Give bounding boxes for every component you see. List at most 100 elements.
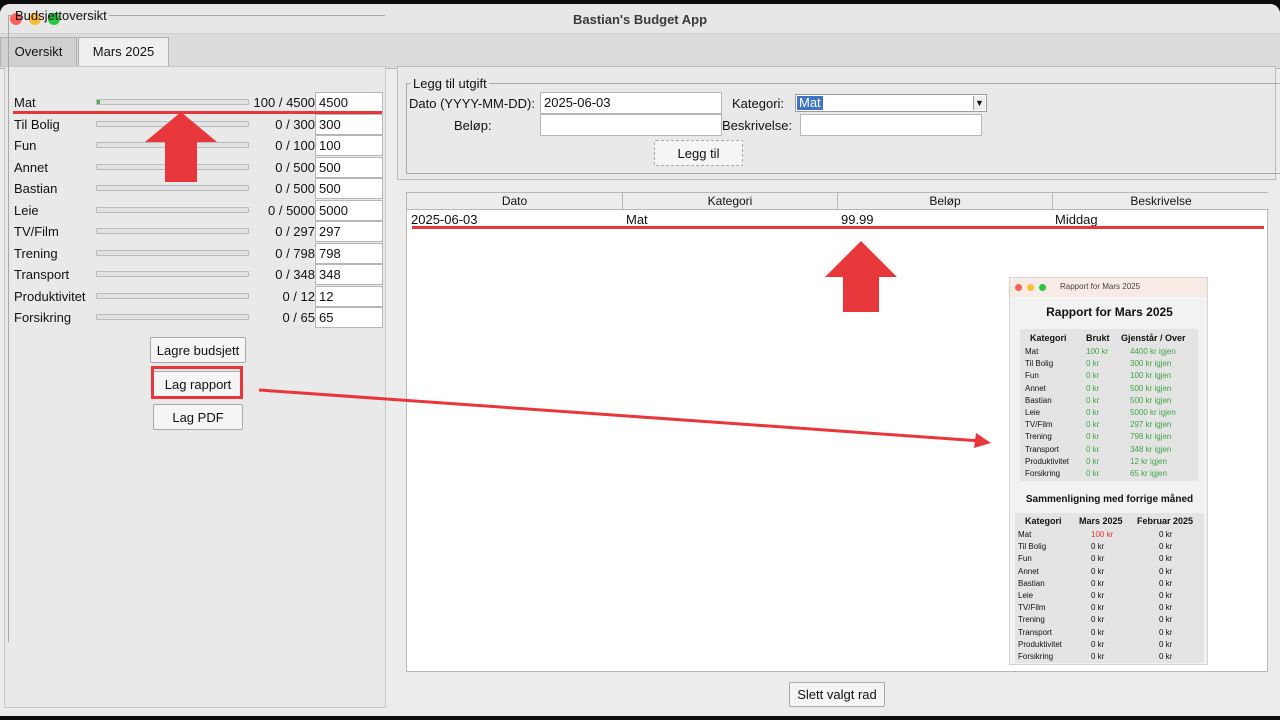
- compare-category-cell: Produktivitet: [1018, 639, 1063, 649]
- budget-progress-bar: [96, 314, 249, 320]
- report-category-cell: Leie: [1025, 408, 1041, 417]
- budget-row: TV/Film 0 / 297 297: [9, 221, 384, 242]
- budget-status-value: 0 / 348: [275, 267, 315, 282]
- compare-current-cell: 0 kr: [1091, 578, 1105, 588]
- budget-limit-input[interactable]: 12: [315, 285, 383, 307]
- compare-column-header: Kategori: [1025, 516, 1062, 526]
- report-title-bar: Rapport for Mars 2025: [1010, 278, 1207, 297]
- cell-dato: 2025-06-03: [411, 212, 478, 227]
- compare-category-cell: Leie: [1018, 591, 1034, 600]
- budget-limit-input[interactable]: 500: [315, 156, 383, 178]
- add-expense-label: Legg til utgift: [413, 76, 487, 91]
- amount-input[interactable]: [540, 114, 722, 136]
- budget-progress-bar: [96, 249, 249, 256]
- compare-title: Sammenligning med forrige måned: [1025, 494, 1194, 505]
- report-category-cell: Bastian: [1025, 395, 1052, 405]
- budget-row: Leie 0 / 5000 5000: [9, 199, 384, 221]
- report-remaining-cell: 100 kr igjen: [1130, 371, 1172, 381]
- budget-category-label: Til Bolig: [14, 116, 60, 132]
- report-column-header: Gjenstår / Over: [1121, 333, 1186, 343]
- compare-previous-cell: 0 kr: [1159, 615, 1173, 625]
- report-used-cell: 0 kr: [1086, 383, 1100, 393]
- annotation-arrow-up-icon: [825, 241, 897, 312]
- compare-current-cell: 0 kr: [1091, 652, 1105, 661]
- compare-previous-cell: 0 kr: [1159, 603, 1173, 613]
- budget-limit-input[interactable]: 297: [315, 221, 383, 242]
- budget-category-label: Trening: [14, 245, 58, 261]
- compare-category-cell: Mat: [1018, 530, 1032, 539]
- column-header-beskrivelse[interactable]: Beskrivelse: [1053, 193, 1269, 210]
- date-label: Dato (YYYY-MM-DD):: [409, 96, 535, 111]
- report-window-preview: Rapport for Mars 2025 Rapport for Mars 2…: [1009, 277, 1208, 665]
- budget-category-label: Transport: [14, 267, 70, 282]
- compare-category-cell: Transport: [1018, 627, 1052, 637]
- budget-progress-fill: [97, 100, 101, 104]
- make-pdf-button[interactable]: Lag PDF: [153, 404, 243, 430]
- budget-limit-input[interactable]: 500: [315, 178, 383, 199]
- report-column-header: Kategori: [1030, 333, 1067, 343]
- budget-category-label: Bastian: [14, 181, 58, 196]
- budget-progress-bar: [96, 271, 249, 277]
- description-input[interactable]: [800, 114, 982, 136]
- chevron-down-icon[interactable]: ▼: [973, 96, 985, 110]
- column-header-kategori[interactable]: Kategori: [623, 193, 838, 210]
- report-category-cell: Produktivitet: [1025, 456, 1070, 466]
- cell-beskrivelse: Middag: [1055, 212, 1098, 227]
- category-select[interactable]: Mat ▼: [795, 94, 987, 112]
- category-label: Kategori:: [732, 96, 785, 111]
- column-header-dato[interactable]: Dato: [407, 193, 623, 210]
- compare-category-cell: Forsikring: [1018, 652, 1054, 661]
- report-used-cell: 0 kr: [1086, 408, 1100, 417]
- report-used-cell: 100 kr: [1086, 347, 1109, 356]
- report-remaining-cell: 798 kr igjen: [1130, 432, 1172, 442]
- budget-status-value: 0 / 798: [275, 245, 315, 261]
- budget-limit-input[interactable]: 348: [315, 264, 383, 285]
- budget-status-value: 0 / 500: [275, 159, 315, 175]
- report-used-cell: 0 kr: [1086, 444, 1100, 454]
- budget-limit-input[interactable]: 65: [315, 307, 383, 328]
- budget-row: Mat 100 / 4500 4500: [9, 92, 384, 113]
- compare-current-cell: 100 kr: [1091, 530, 1114, 539]
- budget-category-label: Forsikring: [14, 310, 72, 325]
- report-remaining-cell: 300 kr igjen: [1130, 359, 1172, 369]
- budget-limit-input[interactable]: 4500: [315, 92, 383, 113]
- budget-limit-input[interactable]: 100: [315, 135, 383, 156]
- budget-category-label: Mat: [14, 95, 36, 110]
- compare-current-cell: 0 kr: [1091, 615, 1105, 625]
- budget-status-value: 100 / 4500: [253, 95, 315, 110]
- budget-progress-bar: [96, 228, 249, 234]
- budget-category-label: TV/Film: [14, 224, 59, 239]
- compare-current-cell: 0 kr: [1091, 566, 1105, 576]
- compare-current-cell: 0 kr: [1091, 639, 1105, 649]
- budget-progress-bar: [96, 99, 249, 105]
- compare-column-header: Februar 2025: [1137, 516, 1194, 526]
- budget-limit-input[interactable]: 300: [315, 113, 383, 135]
- budget-limit-input[interactable]: 798: [315, 242, 383, 264]
- report-category-cell: TV/Film: [1025, 420, 1053, 430]
- add-expense-button[interactable]: Legg til: [654, 140, 743, 166]
- report-category-cell: Til Bolig: [1025, 359, 1054, 369]
- compare-current-cell: 0 kr: [1091, 627, 1105, 637]
- compare-previous-cell: 0 kr: [1159, 578, 1173, 588]
- report-category-cell: Mat: [1025, 347, 1039, 356]
- compare-current-cell: 0 kr: [1091, 603, 1105, 613]
- category-selected-value: Mat: [797, 95, 823, 110]
- compare-category-cell: Til Bolig: [1018, 542, 1047, 552]
- budget-limit-input[interactable]: 5000: [315, 199, 383, 221]
- report-category-cell: Annet: [1025, 383, 1046, 393]
- compare-previous-cell: 0 kr: [1159, 639, 1173, 649]
- budget-status-value: 0 / 12: [282, 288, 315, 304]
- compare-current-cell: 0 kr: [1091, 542, 1105, 552]
- save-budget-button[interactable]: Lagre budsjett: [150, 337, 246, 363]
- date-input[interactable]: 2025-06-03: [540, 92, 722, 114]
- delete-row-button[interactable]: Slett valgt rad: [789, 682, 885, 707]
- compare-category-cell: TV/Film: [1018, 603, 1046, 613]
- column-header-belop[interactable]: Beløp: [838, 193, 1053, 210]
- compare-category-cell: Annet: [1018, 566, 1039, 576]
- budget-row: Produktivitet 0 / 12 12: [9, 285, 384, 307]
- budget-overview-label: Budsjettoversikt: [15, 8, 107, 23]
- budget-row: Trening 0 / 798 798: [9, 242, 384, 264]
- report-window-title: Rapport for Mars 2025: [1060, 282, 1141, 291]
- budget-category-label: Fun: [14, 138, 37, 153]
- budget-category-label: Produktivitet: [14, 288, 86, 304]
